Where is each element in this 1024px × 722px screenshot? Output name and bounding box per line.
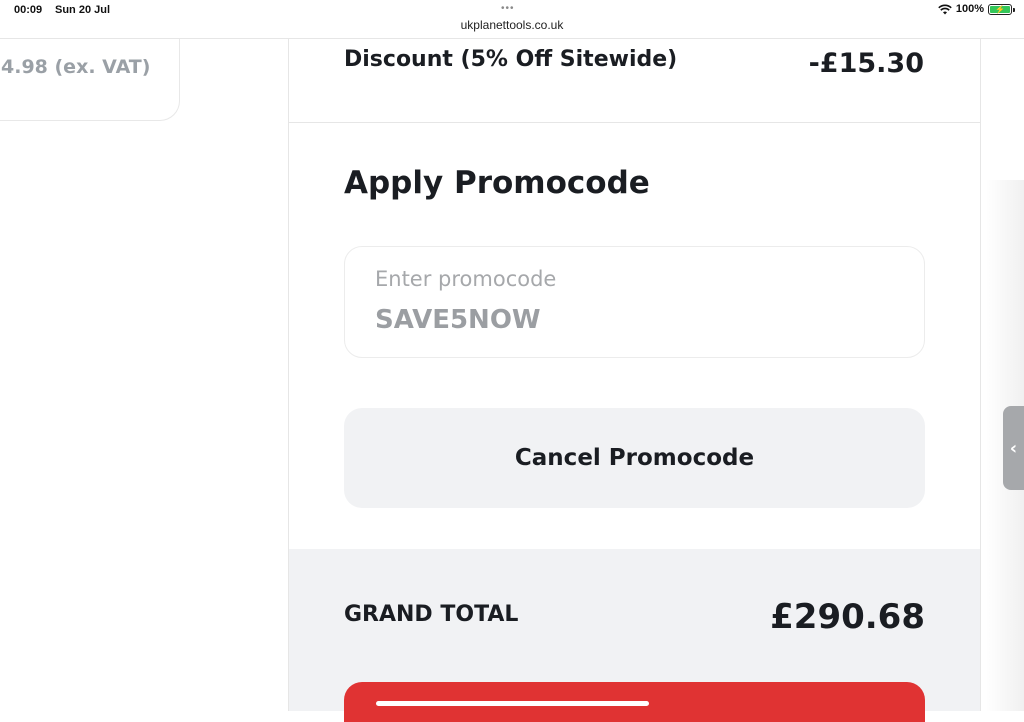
status-time: 00:09 [14, 4, 43, 16]
grand-total-section: GRAND TOTAL £290.68 [289, 549, 980, 722]
order-summary-panel: Discount (5% Off Sitewide) -£15.30 Apply… [288, 39, 981, 722]
url-bar[interactable]: ukplanettools.co.uk [0, 18, 1024, 32]
grand-total-value: £290.68 [770, 597, 925, 637]
promocode-placeholder: Enter promocode [375, 267, 557, 291]
cancel-promocode-button[interactable]: Cancel Promocode [344, 408, 925, 508]
grand-total-label: GRAND TOTAL [344, 602, 519, 627]
discount-value: -£15.30 [808, 48, 924, 79]
promocode-field[interactable]: Enter promocode SAVE5NOW [344, 246, 925, 358]
chevron-left-icon: ‹ [1009, 437, 1018, 459]
status-indicators: 100% ⚡ [938, 3, 1015, 15]
side-panel-handle[interactable]: ‹ [1003, 406, 1024, 490]
battery-percent: 100% [955, 3, 984, 15]
promocode-value[interactable]: SAVE5NOW [375, 305, 541, 335]
wifi-icon [938, 4, 952, 14]
battery-icon: ⚡ [988, 3, 1015, 15]
status-bar: 00:09 Sun 20 Jul ••• ukplanettools.co.uk… [0, 0, 1024, 39]
home-indicator[interactable] [376, 701, 649, 706]
status-date: Sun 20 Jul [55, 4, 111, 16]
more-dots-icon[interactable]: ••• [501, 3, 515, 14]
promo-title: Apply Promocode [344, 165, 650, 201]
left-price-text: 4.98 (ex. VAT) [1, 56, 151, 78]
discount-label: Discount (5% Off Sitewide) [344, 47, 678, 72]
divider [289, 122, 980, 123]
left-product-card: 4.98 (ex. VAT) [0, 39, 180, 121]
